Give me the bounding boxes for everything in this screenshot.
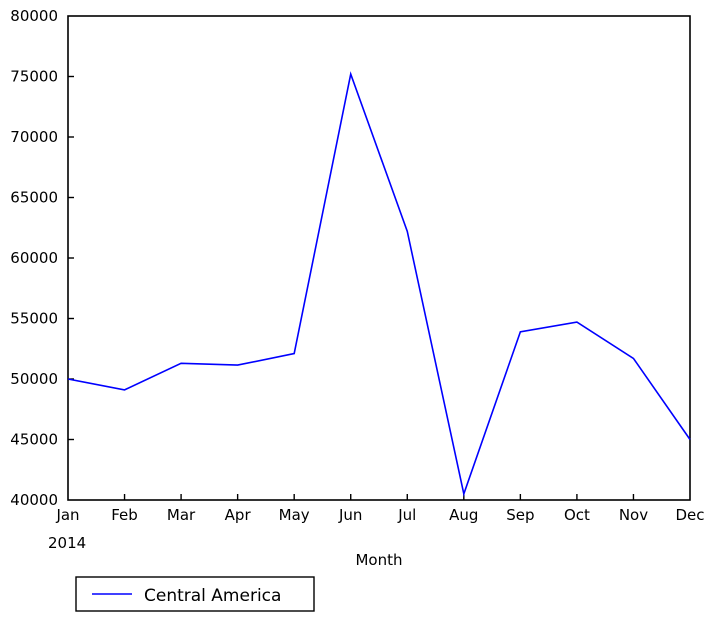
x-axis-year-label: 2014 bbox=[48, 534, 86, 552]
y-axis-tick-marks bbox=[68, 75, 74, 441]
x-tick-label: Nov bbox=[619, 506, 648, 524]
x-axis-tick-marks bbox=[123, 494, 635, 500]
y-tick-label: 80000 bbox=[10, 7, 58, 25]
series-line-central-america bbox=[67, 71, 691, 497]
line-chart: 40000 45000 50000 55000 60000 65000 70000 75000… bbox=[10, 7, 705, 612]
x-tick-label: May bbox=[279, 506, 310, 524]
x-tick-label: Jan bbox=[55, 506, 79, 524]
y-tick-label: 45000 bbox=[10, 431, 58, 449]
x-tick-label: Dec bbox=[675, 506, 704, 524]
x-tick-label: Sep bbox=[506, 506, 534, 524]
y-tick-label: 40000 bbox=[10, 491, 58, 509]
x-axis-title: Month bbox=[355, 551, 402, 569]
chart-legend: Central America bbox=[75, 576, 315, 612]
x-tick-label: Mar bbox=[167, 506, 196, 524]
chart-figure: 40000 45000 50000 55000 60000 65000 70000 75000… bbox=[0, 0, 714, 621]
legend-label-central-america: Central America bbox=[144, 586, 281, 606]
y-tick-label: 55000 bbox=[10, 310, 58, 328]
plot-frame bbox=[67, 15, 691, 501]
x-tick-label: Apr bbox=[225, 506, 252, 524]
y-tick-label: 50000 bbox=[10, 370, 58, 388]
x-tick-label: Feb bbox=[111, 506, 138, 524]
x-tick-label: Jul bbox=[397, 506, 416, 524]
x-tick-label: Jun bbox=[338, 506, 362, 524]
x-tick-label: Oct bbox=[564, 506, 590, 524]
y-tick-label: 60000 bbox=[10, 249, 58, 267]
y-tick-label: 75000 bbox=[10, 68, 58, 86]
y-axis-tick-labels: 40000 45000 50000 55000 60000 65000 70000 75000… bbox=[10, 7, 58, 509]
x-axis-tick-labels: Jan Feb Mar Apr May Jun Jul Aug Sep Oct Nov Dec bbox=[55, 506, 704, 524]
y-tick-label: 70000 bbox=[10, 128, 58, 146]
x-tick-label: Aug bbox=[449, 506, 478, 524]
y-tick-label: 65000 bbox=[10, 189, 58, 207]
